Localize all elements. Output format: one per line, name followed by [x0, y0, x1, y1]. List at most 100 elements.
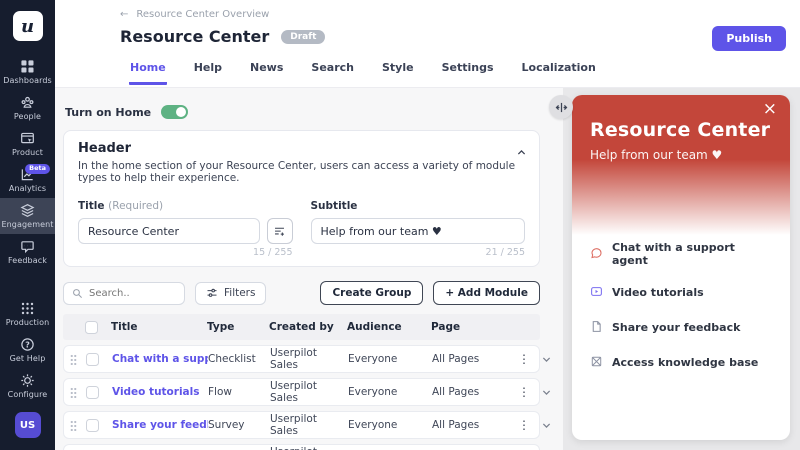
preview-item-label: Video tutorials [612, 286, 704, 299]
sidebar-item-label: Production [6, 318, 50, 327]
engagement-icon [20, 203, 35, 218]
create-group-button[interactable]: Create Group [320, 281, 423, 305]
expand-chevron-icon[interactable] [541, 387, 552, 398]
publish-button[interactable]: Publish [712, 26, 786, 51]
expand-chevron-icon[interactable] [541, 420, 552, 431]
production-icon [20, 301, 35, 316]
tab-news[interactable]: News [249, 59, 284, 85]
avatar-initials: US [20, 420, 35, 431]
insert-variable-button[interactable] [267, 218, 293, 244]
toggle-knob [176, 107, 186, 117]
row-checkbox[interactable] [86, 386, 99, 399]
kebab-menu-icon[interactable]: ⋮ [518, 386, 530, 398]
sidebar-item-feedback[interactable]: Feedback [0, 234, 55, 270]
title-char-count: 15 / 255 [78, 247, 293, 258]
column-audience: Audience [347, 321, 431, 333]
drag-handle-icon[interactable] [70, 354, 77, 365]
sidebar-item-label: Dashboards [3, 76, 52, 85]
table-row[interactable]: Chat with a suppo... Checklist Userpilot… [63, 345, 540, 373]
module-created-by: Userpilot Sales [270, 446, 348, 450]
module-title-link[interactable]: Share your feedba... [112, 419, 208, 431]
sidebar-item-configure[interactable]: Configure [0, 368, 55, 404]
resource-center-preview: × Resource Center Help from our team ♥ C… [572, 95, 790, 440]
header-card-description: In the home section of your Resource Cen… [78, 160, 525, 184]
drag-handle-icon[interactable] [70, 387, 77, 398]
userpilot-logo[interactable]: u [13, 11, 43, 41]
kebab-menu-icon[interactable]: ⋮ [518, 419, 530, 431]
row-checkbox[interactable] [86, 353, 99, 366]
feedback-doc-icon [590, 318, 603, 337]
sidebar-item-people[interactable]: People [0, 90, 55, 126]
sidebar-item-analytics[interactable]: Beta Analytics [0, 162, 55, 198]
preview-module-list: Chat with a support agent Video tutorial… [572, 235, 790, 372]
preview-item-label: Access knowledge base [612, 356, 758, 369]
panel-resize-handle[interactable] [549, 95, 573, 119]
module-type: Survey [208, 419, 270, 431]
feedback-icon [20, 239, 35, 254]
search-box[interactable] [63, 282, 185, 305]
filters-button[interactable]: Filters [195, 282, 266, 305]
title-required-hint: (Required) [108, 200, 163, 212]
drag-handle-icon[interactable] [70, 420, 77, 431]
table-row[interactable]: Share your feedba... Survey Userpilot Sa… [63, 411, 540, 439]
kebab-menu-icon[interactable]: ⋮ [518, 353, 530, 365]
subtitle-char-count: 21 / 255 [311, 247, 526, 258]
module-page: All Pages [432, 419, 518, 431]
collapse-chevron-icon[interactable] [516, 143, 527, 162]
search-input[interactable] [89, 288, 169, 299]
sidebar-item-dashboards[interactable]: Dashboards [0, 54, 55, 90]
subtitle-field-label: Subtitle [311, 200, 358, 212]
sidebar-item-label: Analytics [9, 184, 46, 193]
turn-on-home-toggle[interactable] [161, 105, 188, 119]
tab-help[interactable]: Help [193, 59, 223, 85]
preview-subtitle: Help from our team ♥ [590, 148, 772, 162]
preview-item-chat[interactable]: Chat with a support agent [590, 241, 772, 267]
modules-toolbar: Filters Create Group + Add Module [63, 281, 540, 305]
breadcrumb-label[interactable]: Resource Center Overview [136, 9, 269, 20]
preview-item-knowledge[interactable]: Access knowledge base [590, 353, 772, 372]
breadcrumb[interactable]: ← Resource Center Overview [120, 9, 269, 20]
sidebar-item-production[interactable]: Production [0, 296, 55, 332]
sidebar-item-get-help[interactable]: ? Get Help [0, 332, 55, 368]
preview-title: Resource Center [590, 119, 772, 141]
module-audience: Everyone [348, 386, 432, 398]
status-badge: Draft [281, 30, 325, 44]
horizontal-resize-icon [554, 100, 569, 115]
sidebar-item-engagement[interactable]: Engagement [0, 198, 55, 234]
close-icon[interactable]: × [763, 101, 777, 118]
subtitle-input[interactable] [311, 218, 526, 244]
module-audience: Everyone [348, 419, 432, 431]
module-title-link[interactable]: Chat with a suppo... [112, 353, 208, 365]
people-icon [20, 95, 35, 110]
back-arrow-icon[interactable]: ← [120, 9, 128, 20]
product-icon [20, 131, 35, 146]
dashboards-icon [20, 59, 35, 74]
tab-home[interactable]: Home [129, 59, 167, 85]
sidebar: u Dashboards People Product Beta Analyti… [0, 0, 55, 450]
table-row[interactable]: Access knowledge ... Link Userpilot Sale… [63, 444, 540, 450]
sidebar-item-label: Engagement [1, 220, 53, 229]
module-title-link[interactable]: Video tutorials [112, 386, 208, 398]
preview-header: Resource Center Help from our team ♥ [572, 95, 790, 235]
tab-style[interactable]: Style [381, 59, 415, 85]
tab-search[interactable]: Search [310, 59, 355, 85]
table-row[interactable]: Video tutorials Flow Userpilot Sales Eve… [63, 378, 540, 406]
user-avatar[interactable]: US [15, 412, 41, 438]
preview-item-label: Share your feedback [612, 321, 740, 334]
preview-item-feedback[interactable]: Share your feedback [590, 318, 772, 337]
row-checkbox[interactable] [86, 419, 99, 432]
preview-item-video[interactable]: Video tutorials [590, 283, 772, 302]
insert-variable-icon [273, 225, 286, 238]
knowledge-base-icon [590, 353, 603, 372]
tab-settings[interactable]: Settings [441, 59, 495, 85]
tab-localization[interactable]: Localization [521, 59, 597, 85]
app: u Dashboards People Product Beta Analyti… [0, 0, 800, 450]
content-area: Turn on Home Header In the home section … [55, 88, 800, 450]
sidebar-nav: Dashboards People Product Beta Analytics… [0, 54, 55, 270]
add-module-button[interactable]: + Add Module [433, 281, 540, 305]
title-input[interactable] [78, 218, 260, 244]
header-card-title: Header [78, 141, 525, 156]
expand-chevron-icon[interactable] [541, 354, 552, 365]
sidebar-item-product[interactable]: Product [0, 126, 55, 162]
select-all-checkbox[interactable] [85, 321, 98, 334]
